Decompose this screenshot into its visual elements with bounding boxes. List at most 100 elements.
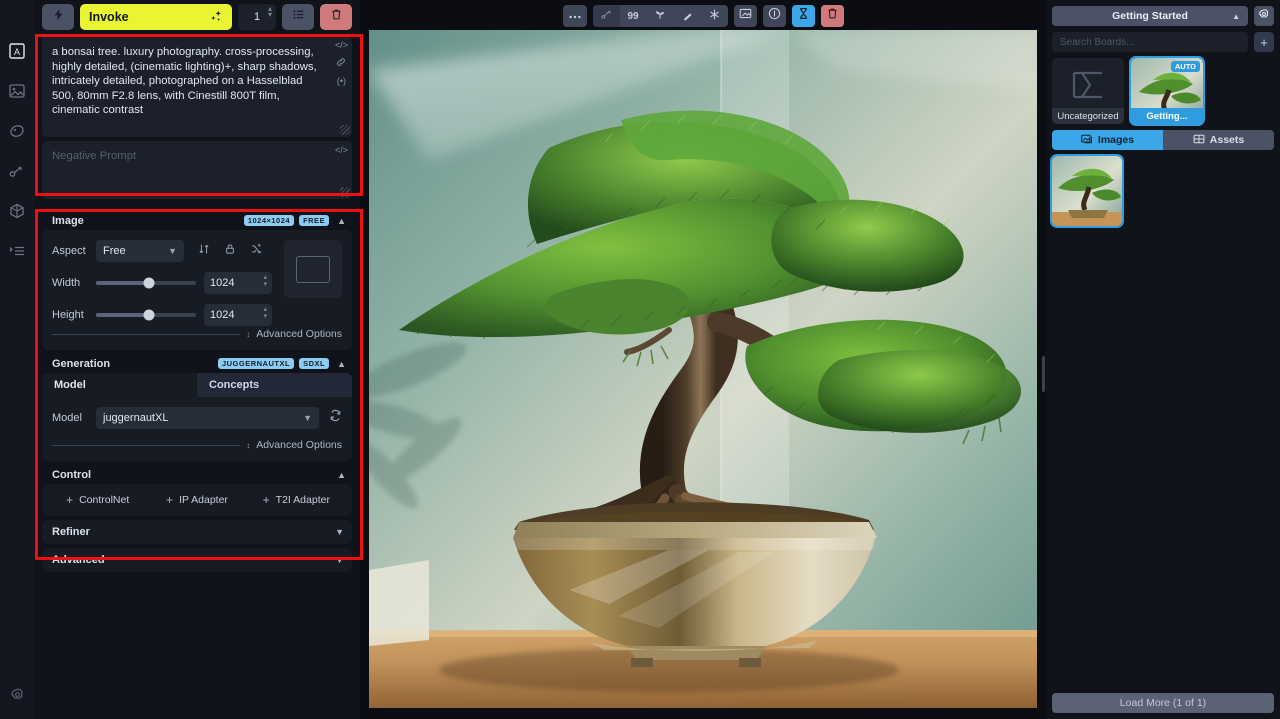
add-controlnet-button[interactable]: + ControlNet [48, 493, 147, 507]
clear-queue-button[interactable] [320, 4, 352, 30]
add-board-button[interactable]: + [1254, 32, 1274, 52]
add-t2i-adapter-label: T2I Adapter [276, 494, 330, 506]
search-boards-input[interactable]: Search Boards... [1052, 32, 1248, 52]
info-circle-icon [768, 7, 781, 25]
swap-dimensions-icon[interactable] [198, 242, 210, 260]
tab-concepts-label: Concepts [209, 379, 259, 391]
model-value: juggernautXL [103, 412, 168, 424]
generation-advanced-options[interactable]: Advanced Options [256, 439, 342, 451]
refiner-section-header[interactable]: Refiner ▼ [42, 520, 352, 544]
tab-assets[interactable]: Assets [1163, 130, 1274, 150]
positive-prompt-icons: </> (•) [335, 40, 348, 86]
link-icon[interactable] [336, 57, 346, 69]
sync-models-button[interactable] [329, 409, 342, 427]
tab-model[interactable]: Model [42, 373, 197, 397]
advanced-section-header[interactable]: Advanced ▼ [42, 548, 352, 572]
lock-aspect-icon[interactable] [224, 242, 236, 260]
generation-section: Generation JUGGERNAUTXL SDXL ▲ Model Con… [42, 354, 352, 461]
chevron-down-icon: ▼ [168, 246, 177, 256]
board-search-row: Search Boards... + [1052, 32, 1274, 52]
queue-list-button[interactable] [282, 4, 314, 30]
aspect-select[interactable]: Free ▼ [96, 240, 184, 262]
generation-model-badge: JUGGERNAUTXL [218, 358, 294, 369]
generation-section-header[interactable]: Generation JUGGERNAUTXL SDXL ▲ [42, 354, 352, 373]
invoke-logo-icon [1068, 71, 1108, 104]
height-row: Height 1024 ▴▾ [52, 304, 272, 326]
gear-icon [1258, 7, 1270, 25]
sidebar-item-unified-canvas[interactable] [4, 118, 30, 144]
board-uncategorized[interactable]: Uncategorized [1052, 58, 1124, 124]
sidebar-item-text-to-image[interactable]: A [4, 38, 30, 64]
asterisk-circle-icon[interactable]: (•) [337, 76, 346, 86]
image-advanced-options[interactable]: Advanced Options [256, 328, 342, 340]
width-label: Width [52, 277, 96, 289]
generated-image[interactable] [369, 30, 1037, 708]
image-size-badge: 1024×1024 [244, 215, 294, 226]
aspect-preview [284, 240, 342, 298]
chevron-up-icon[interactable]: ▲ [337, 216, 346, 226]
use-parameters-button[interactable] [701, 5, 728, 27]
chevron-up-icon[interactable]: ▲ [337, 359, 346, 369]
use-prompt-button[interactable]: 99 [620, 5, 647, 27]
use-all-button[interactable] [674, 5, 701, 27]
positive-prompt-box[interactable]: a bonsai tree. luxury photography. cross… [42, 36, 352, 137]
add-ip-adapter-button[interactable]: + IP Adapter [147, 493, 246, 507]
gallery-settings-button[interactable] [1254, 6, 1274, 26]
queue-front-button[interactable] [42, 4, 74, 30]
use-seed-button[interactable] [593, 5, 620, 27]
height-stepper[interactable]: ▴▾ [263, 306, 267, 320]
aspect-mini-icons [198, 242, 262, 260]
image-section-header[interactable]: Image 1024×1024 FREE ▲ [42, 211, 352, 230]
width-slider[interactable] [96, 272, 196, 294]
code-icon[interactable]: </> [335, 145, 348, 155]
image-info-button[interactable] [763, 5, 786, 27]
control-section-header[interactable]: Control ▲ [42, 465, 352, 484]
image-viewer[interactable] [369, 30, 1037, 708]
board-getting-started[interactable]: AUTO Getting... [1131, 58, 1203, 124]
tab-concepts[interactable]: Concepts [197, 373, 352, 397]
image-toolbar: 99 [563, 2, 844, 30]
send-to-canvas-icon [739, 7, 752, 25]
add-t2i-adapter-button[interactable]: + T2I Adapter [247, 493, 346, 507]
height-slider[interactable] [96, 304, 196, 326]
gallery-thumbnail [1052, 156, 1122, 226]
panel-resize-handle[interactable] [1041, 28, 1046, 719]
positive-prompt-resize-handle[interactable] [340, 125, 350, 135]
left-icon-rail: A [0, 0, 34, 719]
tab-images[interactable]: Images [1052, 130, 1163, 150]
width-stepper[interactable]: ▴▾ [263, 274, 267, 288]
load-more-button[interactable]: Load More (1 of 1) [1052, 693, 1274, 713]
chevron-up-icon[interactable]: ▲ [337, 470, 346, 480]
stepper-arrows[interactable]: ▴▾ [268, 6, 272, 18]
gallery-item[interactable] [1052, 156, 1122, 226]
height-input[interactable]: 1024 ▴▾ [204, 304, 272, 326]
delete-image-button[interactable] [821, 5, 844, 27]
sidebar-item-image-to-image[interactable] [4, 78, 30, 104]
settings-button[interactable] [4, 681, 30, 707]
negative-prompt-box[interactable]: Negative Prompt </> [42, 141, 352, 199]
board-name-label: Getting... [1131, 108, 1203, 124]
canvas-icon [9, 123, 25, 139]
sidebar-item-node-editor[interactable] [4, 158, 30, 184]
model-select[interactable]: juggernautXL ▼ [96, 407, 319, 429]
invoke-button[interactable]: Invoke [80, 4, 232, 30]
code-icon[interactable]: </> [335, 40, 348, 50]
progress-image-button[interactable] [792, 5, 815, 27]
image-advanced-row[interactable]: ↕ Advanced Options [52, 328, 342, 340]
aspect-row: Aspect Free ▼ [52, 240, 272, 262]
use-seed-sprout-button[interactable] [647, 5, 674, 27]
iterations-stepper[interactable]: 1 ▴▾ [238, 4, 276, 30]
shuffle-icon[interactable] [250, 242, 262, 260]
sidebar-item-queue[interactable] [4, 238, 30, 264]
more-options-button[interactable] [563, 5, 587, 27]
board-header: Getting Started ▲ [1052, 6, 1274, 26]
sidebar-item-model-manager[interactable] [4, 198, 30, 224]
generation-advanced-row[interactable]: ↕ Advanced Options [52, 439, 342, 451]
gallery-tabs: Images Assets [1052, 130, 1274, 150]
send-to-canvas-button[interactable] [734, 5, 757, 27]
width-input[interactable]: 1024 ▴▾ [204, 272, 272, 294]
height-label: Height [52, 309, 96, 321]
boards-list: Uncategorized AUTO Getting... [1052, 58, 1274, 124]
board-select[interactable]: Getting Started ▲ [1052, 6, 1248, 26]
negative-prompt-resize-handle[interactable] [340, 187, 350, 197]
